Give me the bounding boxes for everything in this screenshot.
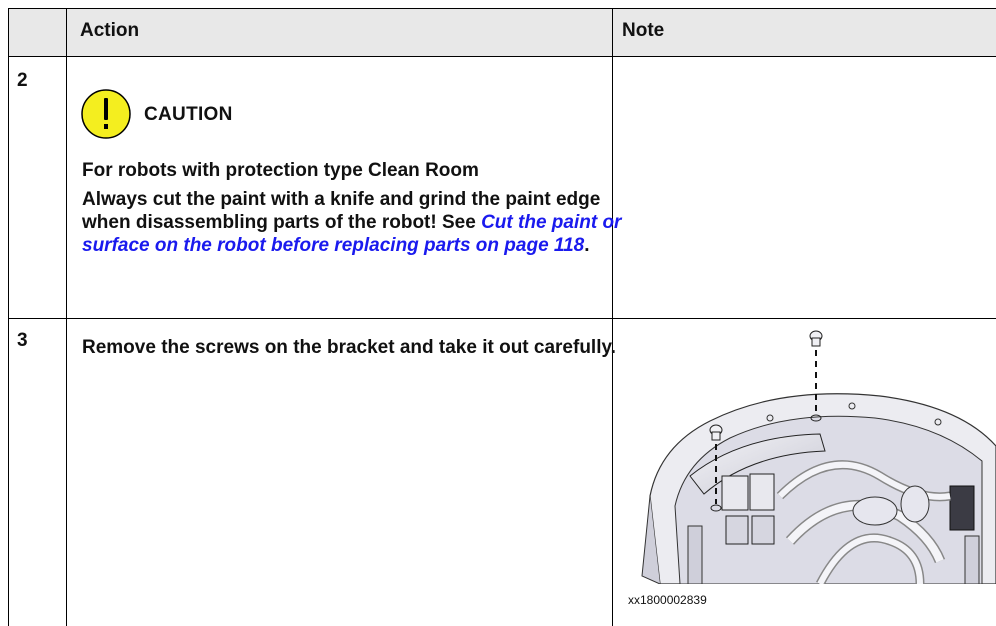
caution-icon bbox=[81, 89, 131, 139]
table-border-top bbox=[8, 8, 996, 9]
column-divider-2 bbox=[612, 8, 613, 626]
caution-label: CAUTION bbox=[144, 104, 233, 125]
step-text: Always cut the paint with a knife and gr… bbox=[82, 188, 638, 257]
step-text-after-link: . bbox=[584, 235, 590, 256]
header-action: Action bbox=[80, 20, 140, 41]
figure-caption: xx1800002839 bbox=[628, 593, 707, 607]
step-number: 3 bbox=[17, 330, 28, 351]
column-divider-1 bbox=[66, 8, 67, 626]
row-divider bbox=[8, 318, 996, 319]
instruction-table: Action Note 2 CAUTION For robots with pr… bbox=[8, 8, 996, 626]
bracket-removal-illustration bbox=[641, 330, 996, 584]
step-number: 2 bbox=[17, 70, 28, 91]
step-text: Remove the screws on the bracket and tak… bbox=[82, 337, 616, 358]
table-border-left bbox=[8, 8, 9, 626]
header-note: Note bbox=[622, 20, 665, 41]
header-divider bbox=[8, 56, 996, 57]
table-header bbox=[8, 8, 996, 56]
step-subheading: For robots with protection type Clean Ro… bbox=[82, 160, 479, 181]
